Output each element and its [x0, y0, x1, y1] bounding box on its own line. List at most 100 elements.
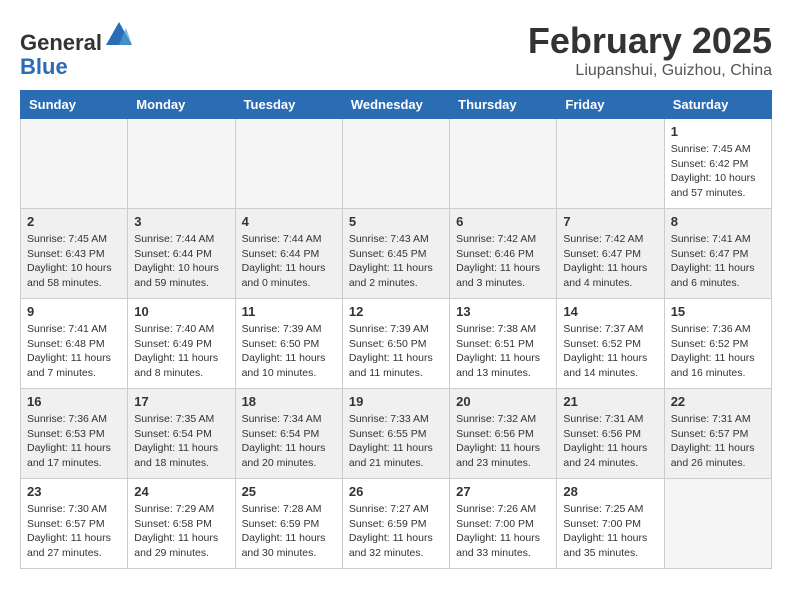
- calendar-week-5: 23 Sunrise: 7:30 AM Sunset: 6:57 PM Dayli…: [21, 479, 772, 569]
- day-info: Sunrise: 7:33 AM Sunset: 6:55 PM Dayligh…: [349, 412, 443, 471]
- calendar-week-3: 9 Sunrise: 7:41 AM Sunset: 6:48 PM Daylig…: [21, 299, 772, 389]
- day-info: Sunrise: 7:27 AM Sunset: 6:59 PM Dayligh…: [349, 502, 443, 561]
- calendar-cell: 12 Sunrise: 7:39 AM Sunset: 6:50 PM Dayli…: [342, 299, 449, 389]
- day-info: Sunrise: 7:37 AM Sunset: 6:52 PM Dayligh…: [563, 322, 657, 381]
- day-info: Sunrise: 7:44 AM Sunset: 6:44 PM Dayligh…: [242, 232, 336, 291]
- day-number: 5: [349, 214, 443, 229]
- day-number: 11: [242, 304, 336, 319]
- calendar-cell: 22Sunrise: 7:31 AM Sunset: 6:57 PM Dayli…: [664, 389, 771, 479]
- day-number: 15: [671, 304, 765, 319]
- day-number: 4: [242, 214, 336, 229]
- day-info: Sunrise: 7:36 AM Sunset: 6:53 PM Dayligh…: [27, 412, 121, 471]
- logo-icon: [104, 20, 134, 50]
- calendar-cell: [557, 119, 664, 209]
- day-info: Sunrise: 7:44 AM Sunset: 6:44 PM Dayligh…: [134, 232, 228, 291]
- calendar-cell: 17 Sunrise: 7:35 AM Sunset: 6:54 PM Dayli…: [128, 389, 235, 479]
- day-info: Sunrise: 7:41 AM Sunset: 6:47 PM Dayligh…: [671, 232, 765, 291]
- day-info: Sunrise: 7:26 AM Sunset: 7:00 PM Dayligh…: [456, 502, 550, 561]
- calendar-cell: 25 Sunrise: 7:28 AM Sunset: 6:59 PM Dayli…: [235, 479, 342, 569]
- calendar-cell: 3Sunrise: 7:44 AM Sunset: 6:44 PM Daylig…: [128, 209, 235, 299]
- calendar-cell: 24 Sunrise: 7:29 AM Sunset: 6:58 PM Dayli…: [128, 479, 235, 569]
- day-info: Sunrise: 7:45 AM Sunset: 6:43 PM Dayligh…: [27, 232, 121, 291]
- calendar-cell: [342, 119, 449, 209]
- weekday-header-saturday: Saturday: [664, 91, 771, 119]
- day-number: 19: [349, 394, 443, 409]
- weekday-header-sunday: Sunday: [21, 91, 128, 119]
- day-info: Sunrise: 7:38 AM Sunset: 6:51 PM Dayligh…: [456, 322, 550, 381]
- day-info: Sunrise: 7:30 AM Sunset: 6:57 PM Dayligh…: [27, 502, 121, 561]
- day-info: Sunrise: 7:32 AM Sunset: 6:56 PM Dayligh…: [456, 412, 550, 471]
- calendar-cell: 23 Sunrise: 7:30 AM Sunset: 6:57 PM Dayli…: [21, 479, 128, 569]
- calendar-cell: 4 Sunrise: 7:44 AM Sunset: 6:44 PM Daylig…: [235, 209, 342, 299]
- calendar-cell: 1Sunrise: 7:45 AM Sunset: 6:42 PM Daylig…: [664, 119, 771, 209]
- weekday-header-wednesday: Wednesday: [342, 91, 449, 119]
- day-info: Sunrise: 7:40 AM Sunset: 6:49 PM Dayligh…: [134, 322, 228, 381]
- calendar-cell: 19 Sunrise: 7:33 AM Sunset: 6:55 PM Dayli…: [342, 389, 449, 479]
- weekday-header-tuesday: Tuesday: [235, 91, 342, 119]
- month-year: February 2025: [528, 20, 772, 62]
- day-info: Sunrise: 7:42 AM Sunset: 6:47 PM Dayligh…: [563, 232, 657, 291]
- day-info: Sunrise: 7:36 AM Sunset: 6:52 PM Dayligh…: [671, 322, 765, 381]
- calendar-cell: 14 Sunrise: 7:37 AM Sunset: 6:52 PM Dayli…: [557, 299, 664, 389]
- day-info: Sunrise: 7:39 AM Sunset: 6:50 PM Dayligh…: [242, 322, 336, 381]
- logo: General Blue: [20, 20, 134, 79]
- day-info: Sunrise: 7:43 AM Sunset: 6:45 PM Dayligh…: [349, 232, 443, 291]
- calendar-cell: 6Sunrise: 7:42 AM Sunset: 6:46 PM Daylig…: [450, 209, 557, 299]
- day-info: Sunrise: 7:29 AM Sunset: 6:58 PM Dayligh…: [134, 502, 228, 561]
- calendar-cell: [21, 119, 128, 209]
- logo-blue: Blue: [20, 54, 68, 79]
- day-number: 8: [671, 214, 765, 229]
- calendar-cell: [235, 119, 342, 209]
- day-info: Sunrise: 7:28 AM Sunset: 6:59 PM Dayligh…: [242, 502, 336, 561]
- calendar-cell: [128, 119, 235, 209]
- day-number: 27: [456, 484, 550, 499]
- day-number: 20: [456, 394, 550, 409]
- calendar-cell: 10 Sunrise: 7:40 AM Sunset: 6:49 PM Dayli…: [128, 299, 235, 389]
- calendar-cell: 26 Sunrise: 7:27 AM Sunset: 6:59 PM Dayli…: [342, 479, 449, 569]
- day-number: 16: [27, 394, 121, 409]
- day-number: 6: [456, 214, 550, 229]
- day-number: 24: [134, 484, 228, 499]
- weekday-header-monday: Monday: [128, 91, 235, 119]
- day-number: 14: [563, 304, 657, 319]
- calendar-cell: 2 Sunrise: 7:45 AM Sunset: 6:43 PM Daylig…: [21, 209, 128, 299]
- day-info: Sunrise: 7:34 AM Sunset: 6:54 PM Dayligh…: [242, 412, 336, 471]
- calendar-cell: 21 Sunrise: 7:31 AM Sunset: 6:56 PM Dayli…: [557, 389, 664, 479]
- day-number: 26: [349, 484, 443, 499]
- day-info: Sunrise: 7:31 AM Sunset: 6:57 PM Dayligh…: [671, 412, 765, 471]
- day-number: 25: [242, 484, 336, 499]
- title-block: February 2025 Liupanshui, Guizhou, China: [528, 20, 772, 80]
- calendar-cell: 11 Sunrise: 7:39 AM Sunset: 6:50 PM Dayli…: [235, 299, 342, 389]
- day-number: 13: [456, 304, 550, 319]
- calendar-week-1: 1Sunrise: 7:45 AM Sunset: 6:42 PM Daylig…: [21, 119, 772, 209]
- logo-general: General: [20, 30, 102, 55]
- calendar-cell: 9 Sunrise: 7:41 AM Sunset: 6:48 PM Daylig…: [21, 299, 128, 389]
- day-number: 10: [134, 304, 228, 319]
- day-info: Sunrise: 7:39 AM Sunset: 6:50 PM Dayligh…: [349, 322, 443, 381]
- day-number: 1: [671, 124, 765, 139]
- day-number: 17: [134, 394, 228, 409]
- weekday-header-row: SundayMondayTuesdayWednesdayThursdayFrid…: [21, 91, 772, 119]
- day-number: 23: [27, 484, 121, 499]
- calendar-cell: [664, 479, 771, 569]
- day-number: 12: [349, 304, 443, 319]
- calendar-cell: 8 Sunrise: 7:41 AM Sunset: 6:47 PM Daylig…: [664, 209, 771, 299]
- day-info: Sunrise: 7:31 AM Sunset: 6:56 PM Dayligh…: [563, 412, 657, 471]
- page-header: General Blue February 2025 Liupanshui, G…: [20, 20, 772, 80]
- calendar-week-2: 2 Sunrise: 7:45 AM Sunset: 6:43 PM Daylig…: [21, 209, 772, 299]
- calendar-cell: 20 Sunrise: 7:32 AM Sunset: 6:56 PM Dayli…: [450, 389, 557, 479]
- calendar-cell: 7Sunrise: 7:42 AM Sunset: 6:47 PM Daylig…: [557, 209, 664, 299]
- day-number: 18: [242, 394, 336, 409]
- day-number: 28: [563, 484, 657, 499]
- day-info: Sunrise: 7:35 AM Sunset: 6:54 PM Dayligh…: [134, 412, 228, 471]
- calendar-cell: 13 Sunrise: 7:38 AM Sunset: 6:51 PM Dayli…: [450, 299, 557, 389]
- day-info: Sunrise: 7:25 AM Sunset: 7:00 PM Dayligh…: [563, 502, 657, 561]
- day-number: 2: [27, 214, 121, 229]
- weekday-header-thursday: Thursday: [450, 91, 557, 119]
- day-info: Sunrise: 7:41 AM Sunset: 6:48 PM Dayligh…: [27, 322, 121, 381]
- calendar-cell: 28 Sunrise: 7:25 AM Sunset: 7:00 PM Dayli…: [557, 479, 664, 569]
- calendar-week-4: 16 Sunrise: 7:36 AM Sunset: 6:53 PM Dayli…: [21, 389, 772, 479]
- day-number: 21: [563, 394, 657, 409]
- day-number: 9: [27, 304, 121, 319]
- calendar-cell: 15 Sunrise: 7:36 AM Sunset: 6:52 PM Dayli…: [664, 299, 771, 389]
